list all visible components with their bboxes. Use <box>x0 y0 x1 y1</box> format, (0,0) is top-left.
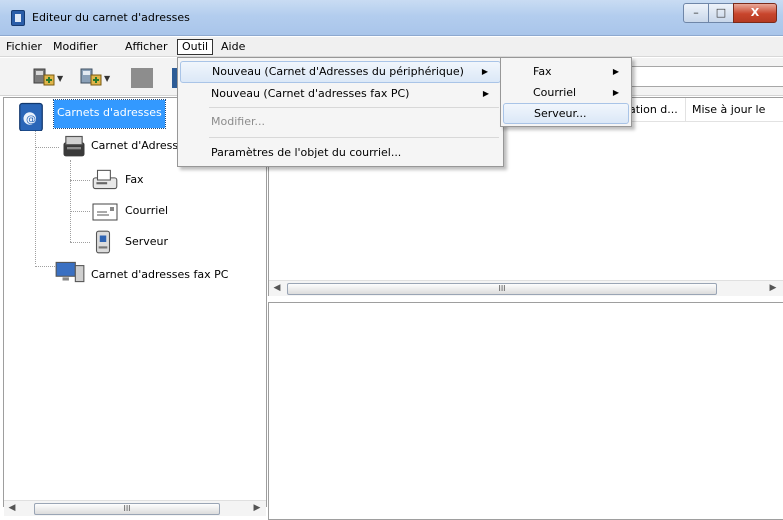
column-creation-date[interactable]: ation d... <box>629 98 685 122</box>
tree-line <box>70 180 90 181</box>
address-book-add-icon[interactable] <box>80 66 102 86</box>
menu-fichier[interactable]: Fichier <box>2 39 46 55</box>
new-address-book-submenu: Fax ▶ Courriel ▶ Serveur... <box>500 57 632 127</box>
tree-line <box>70 211 90 212</box>
column-updated-on[interactable]: Mise à jour le <box>685 98 783 122</box>
detail-pane[interactable] <box>268 302 783 520</box>
tree-line <box>35 124 36 264</box>
tree-item-server[interactable]: Serveur <box>125 235 168 248</box>
tree-line <box>35 147 59 148</box>
submenu-arrow-icon: ▶ <box>481 67 488 76</box>
scroll-left-icon[interactable]: ◀ <box>6 503 18 513</box>
menu-bar: Fichier Modifier Afficher Outil Aide <box>0 37 783 57</box>
close-button[interactable]: X <box>733 3 777 23</box>
tree-item-address-books[interactable]: Carnets d'adresses <box>53 99 166 129</box>
menu-separator <box>209 137 499 138</box>
menu-item-new-pc-fax-address-book[interactable]: Nouveau (Carnet d'adresses fax PC) ▶ <box>180 83 501 105</box>
maximize-button[interactable]: □ <box>708 3 734 23</box>
menu-modifier[interactable]: Modifier <box>49 39 101 55</box>
menu-item-label: Courriel <box>533 86 577 99</box>
server-icon <box>95 230 111 254</box>
tree-line <box>70 160 71 242</box>
address-books-icon: @ <box>19 102 43 131</box>
menu-afficher[interactable]: Afficher <box>121 39 171 55</box>
dropdown-arrow-icon[interactable]: ▼ <box>104 74 110 83</box>
tree-item-fax[interactable]: Fax <box>125 173 144 186</box>
menu-aide[interactable]: Aide <box>217 39 249 55</box>
scroll-thumb[interactable]: III <box>287 283 717 295</box>
submenu-item-email[interactable]: Courriel ▶ <box>503 82 629 103</box>
svg-text:@: @ <box>26 114 36 125</box>
menu-separator <box>209 107 499 108</box>
submenu-item-fax[interactable]: Fax ▶ <box>503 61 629 82</box>
tree-item-email[interactable]: Courriel <box>125 204 168 217</box>
tree-item-device-address-book[interactable]: Carnet d'Adresse <box>91 139 185 152</box>
tree-item-pc-fax-address-book[interactable]: Carnet d'adresses fax PC <box>91 268 228 281</box>
pc-icon <box>55 261 85 283</box>
scroll-thumb[interactable]: III <box>34 503 220 515</box>
menu-outil[interactable]: Outil <box>177 39 214 55</box>
menu-item-label: Fax <box>533 65 552 78</box>
list-horizontal-scrollbar[interactable]: ◀ III ▶ <box>269 280 783 296</box>
tree-horizontal-scrollbar[interactable]: ◀ III ▶ <box>4 500 266 516</box>
tree-line <box>35 266 55 267</box>
address-book-icon <box>11 10 25 26</box>
tree-line <box>70 242 90 243</box>
scroll-left-icon[interactable]: ◀ <box>271 283 283 293</box>
window-title: Editeur du carnet d'adresses <box>32 11 190 24</box>
submenu-arrow-icon: ▶ <box>612 67 619 76</box>
menu-item-label: Nouveau (Carnet d'Adresses du périphériq… <box>212 65 464 78</box>
title-bar: Editeur du carnet d'adresses – □ X <box>0 0 783 36</box>
fax-icon <box>92 169 118 190</box>
scroll-right-icon[interactable]: ▶ <box>767 283 779 293</box>
address-book-add-icon[interactable] <box>33 66 55 86</box>
toolbar-button[interactable] <box>131 68 153 88</box>
menu-item-edit: Modifier... <box>211 115 265 128</box>
outil-menu: Nouveau (Carnet d'Adresses du périphériq… <box>177 57 504 167</box>
search-input[interactable] <box>627 66 783 87</box>
device-icon <box>63 135 85 157</box>
submenu-arrow-icon: ▶ <box>612 88 619 97</box>
envelope-icon <box>92 203 118 221</box>
submenu-arrow-icon: ▶ <box>482 89 489 98</box>
submenu-item-server[interactable]: Serveur... <box>503 103 629 124</box>
minimize-button[interactable]: – <box>683 3 709 23</box>
menu-item-email-subject-settings[interactable]: Paramètres de l'objet du courriel... <box>180 142 501 164</box>
dropdown-arrow-icon[interactable]: ▼ <box>57 74 63 83</box>
scroll-right-icon[interactable]: ▶ <box>251 503 263 513</box>
menu-item-label: Nouveau (Carnet d'adresses fax PC) <box>211 87 410 100</box>
menu-item-new-device-address-book[interactable]: Nouveau (Carnet d'Adresses du périphériq… <box>180 61 501 83</box>
